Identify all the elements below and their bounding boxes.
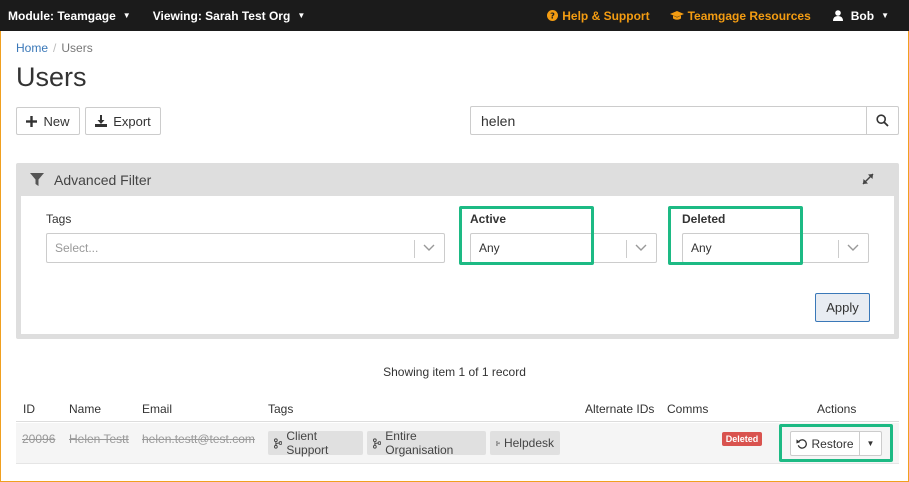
column-header-alternate-ids[interactable]: Alternate IDs [585,402,654,416]
cell-name: Helen Testt [69,432,129,446]
chevron-down-icon: ▼ [122,11,131,20]
chevron-down-icon [635,244,647,251]
deleted-highlight-box [668,206,803,265]
help-icon: ? [547,10,559,21]
search-button[interactable] [866,106,899,135]
column-header-actions: Actions [817,402,857,416]
table-bottom-divider [16,463,899,464]
user-icon [832,10,843,21]
select-divider [414,240,415,258]
tags-placeholder: Select... [55,241,99,255]
results-summary: Showing item 1 of 1 record [383,365,526,379]
breadcrumb-home[interactable]: Home [16,41,48,55]
column-header-comms[interactable]: Comms [667,402,708,416]
module-label: Module: Teamgage [8,8,116,23]
column-header-id[interactable]: ID [23,402,35,416]
teamgage-resources-link[interactable]: Teamgage Resources [662,9,819,23]
advanced-filter-header[interactable]: Advanced Filter [16,163,899,196]
search-input[interactable] [470,106,867,135]
apply-button[interactable]: Apply [815,293,870,322]
help-support-label: Help & Support [562,8,650,23]
new-button[interactable]: New [16,107,80,135]
module-menu[interactable]: Module: Teamgage ▼ [0,9,139,23]
tags-select[interactable]: Select... [46,233,445,263]
chevron-down-icon [423,244,435,251]
table-header-divider [16,421,899,422]
chevron-down-icon: ▼ [297,11,306,20]
tag-chip-entire-organisation: Entire Organisation [367,429,486,457]
export-button[interactable]: Export [85,107,161,135]
tag-icon [373,437,382,449]
tag-chip-client-support: Client Support [268,429,363,457]
column-header-name[interactable]: Name [69,402,101,416]
restore-highlight-box [779,424,893,462]
tag-label: Entire Organisation [385,429,454,457]
user-label: Bob [850,8,875,23]
chevron-down-icon: ▼ [881,11,889,20]
expand-icon[interactable] [861,172,875,186]
advanced-filter-title: Advanced Filter [54,171,152,188]
tag-icon [496,440,500,446]
tag-label: Helpdesk [503,436,554,450]
column-header-tags[interactable]: Tags [268,402,293,416]
select-divider [626,240,627,258]
cell-id: 20096 [22,432,56,446]
tag-chip-helpdesk: Helpdesk [490,431,560,455]
cell-email: helen.testt@test.com [142,432,255,446]
chevron-down-icon [847,244,859,251]
tag-icon [274,437,283,449]
breadcrumb-current: Users [61,41,93,55]
export-button-label: Export [113,113,151,129]
tag-label: Client Support [286,429,329,457]
plus-icon [26,115,38,127]
search-icon [876,114,889,127]
graduation-cap-icon [669,10,684,20]
tags-label: Tags [46,212,72,226]
viewing-label: Viewing: Sarah Test Org [152,8,291,23]
breadcrumb: Home / Users [16,41,93,55]
column-header-email[interactable]: Email [142,402,172,416]
viewing-menu[interactable]: Viewing: Sarah Test Org ▼ [145,9,314,23]
download-icon [95,115,108,127]
breadcrumb-separator: / [53,41,57,55]
active-highlight-box [459,206,594,265]
deleted-status-badge: Deleted [722,432,762,446]
teamgage-resources-label: Teamgage Resources [687,8,811,23]
top-navbar: Module: Teamgage ▼ Viewing: Sarah Test O… [0,0,909,31]
user-menu[interactable]: Bob ▼ [825,9,897,23]
page-title: Users [16,62,87,92]
svg-text:?: ? [550,10,555,20]
filter-icon [30,172,44,186]
select-divider [838,240,839,258]
new-button-label: New [43,113,70,129]
help-support-link[interactable]: ? Help & Support [539,9,657,23]
